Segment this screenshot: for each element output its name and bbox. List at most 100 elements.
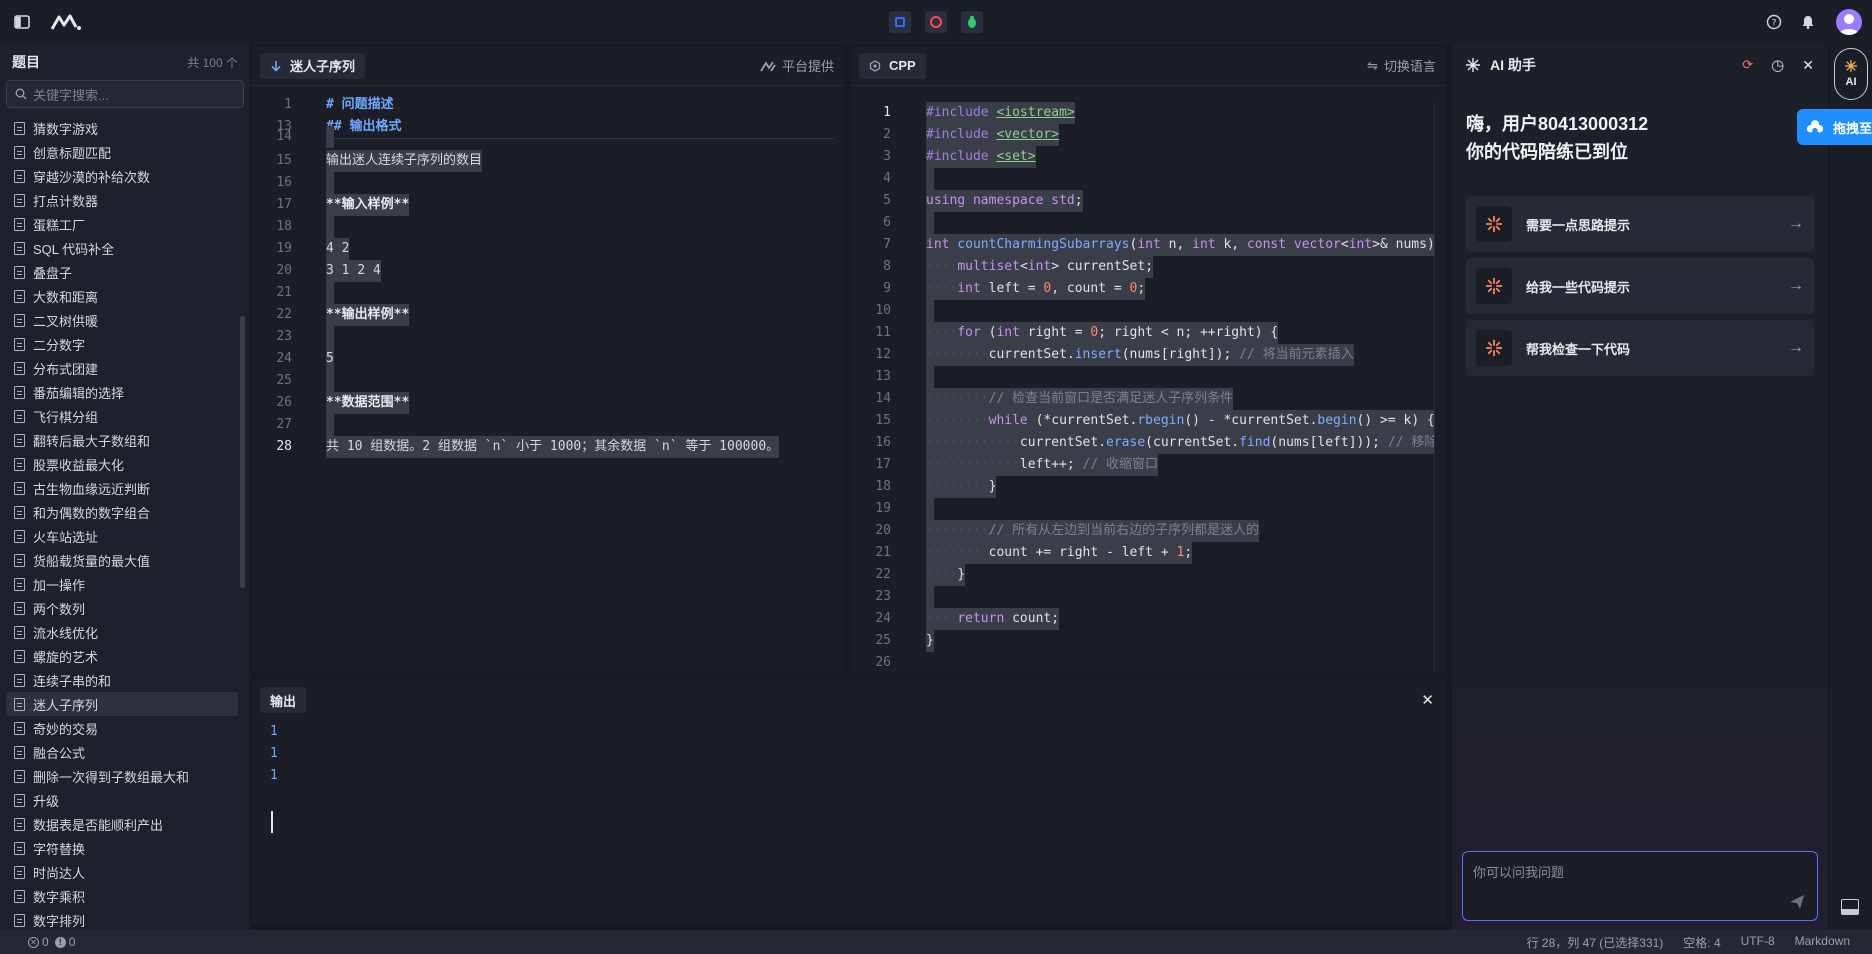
cursor-position[interactable]: 行 28，列 47 (已选择331) — [1527, 934, 1664, 951]
problem-list-item[interactable]: 两个数列 — [6, 596, 238, 620]
problems-indicator[interactable]: ✕ 0 ! 0 — [28, 935, 75, 949]
history-icon[interactable]: ◷ — [1771, 56, 1784, 74]
debug-button[interactable] — [961, 11, 983, 33]
ai-suggestion-card[interactable]: 需要一点思路提示 → — [1466, 196, 1814, 252]
problem-list-item[interactable]: 螺旋的艺术 — [6, 644, 238, 668]
problem-list-item[interactable]: 打点计数器 — [6, 188, 238, 212]
line-number: 12 — [875, 347, 891, 362]
problem-list-item[interactable]: 股票收益最大化 — [6, 452, 238, 476]
arrow-right-icon: → — [1788, 339, 1804, 356]
terminal-toggle-icon[interactable] — [1841, 899, 1859, 915]
problem-list-item[interactable]: 二分数字 — [6, 332, 238, 356]
search-box[interactable]: 关键字搜索... — [6, 80, 244, 108]
problem-list-item[interactable]: 迷人子序列 — [6, 692, 238, 716]
problem-list-item[interactable]: 升级 — [6, 788, 238, 812]
language-tab-label: CPP — [889, 58, 916, 73]
document-icon — [14, 553, 25, 567]
problem-list-item[interactable]: 飞行棋分组 — [6, 404, 238, 428]
logo-icon — [50, 12, 82, 35]
right-rail: AI — [1830, 44, 1872, 930]
language-mode[interactable]: Markdown — [1795, 934, 1850, 951]
error-count: 0 — [42, 935, 49, 949]
drag-widget[interactable]: 拖拽至 — [1797, 109, 1872, 145]
switch-language-button[interactable]: ⇋ 切换语言 — [1367, 56, 1436, 75]
tab-language[interactable]: CPP — [859, 52, 926, 79]
search-input[interactable]: 关键字搜索... — [33, 85, 109, 104]
problem-list-item[interactable]: 删除一次得到子数组最大和 — [6, 764, 238, 788]
problem-sidebar: 题目 共 100 个 关键字搜索... 猜数字游戏 创意标题匹配 穿越沙漠的补给次数… — [0, 44, 250, 930]
problem-list-item[interactable]: 穿越沙漠的补给次数 — [6, 164, 238, 188]
problem-list-item[interactable]: 猜数字游戏 — [6, 116, 238, 140]
problem-list-item[interactable]: 大数和距离 — [6, 284, 238, 308]
ai-toggle-button[interactable]: AI — [1834, 48, 1868, 100]
markdown-line: 5 — [326, 348, 334, 370]
problem-list-item[interactable]: 货船载货量的最大值 — [6, 548, 238, 572]
ai-question-input[interactable]: 你可以问我问题 — [1462, 851, 1818, 921]
problem-description-panel: 迷人子序列 平台提供 1 # 问题描述 13 ## 输出格式 14 15 输出迷人连续子序列… — [252, 46, 844, 672]
code-scrollbar[interactable] — [1434, 102, 1442, 672]
problem-list-item[interactable]: 数据表是否能顺利产出 — [6, 812, 238, 836]
code-line: ········while (*currentSet.rbegin() - *c… — [926, 410, 1434, 432]
avatar[interactable] — [1836, 9, 1862, 35]
line-number: 20 — [276, 263, 292, 278]
warning-count: 0 — [68, 935, 76, 949]
cloud-icon — [1806, 120, 1824, 134]
sparkle-icon — [1466, 58, 1480, 72]
encoding[interactable]: UTF-8 — [1741, 934, 1775, 951]
problem-title: 加一操作 — [33, 577, 86, 593]
sidebar-scrollbar[interactable] — [240, 316, 245, 588]
problem-list-item[interactable]: SQL 代码补全 — [6, 236, 238, 260]
document-icon — [14, 529, 25, 543]
stop-button[interactable] — [889, 11, 911, 33]
problem-list-item[interactable]: 奇妙的交易 — [6, 716, 238, 740]
close-ai-icon[interactable]: ✕ — [1802, 57, 1814, 74]
problem-list-item[interactable]: 时尚达人 — [6, 860, 238, 884]
sparkle-icon — [1476, 268, 1512, 304]
output-header: 输出 ✕ — [252, 680, 1446, 720]
problem-list-item[interactable]: 数字乘积 — [6, 884, 238, 908]
tab-output[interactable]: 输出 — [260, 687, 307, 713]
document-icon — [14, 889, 25, 903]
document-icon — [14, 745, 25, 759]
new-chat-icon[interactable]: ⟳ — [1742, 57, 1753, 73]
problem-list-item[interactable]: 二叉树供暖 — [6, 308, 238, 332]
document-icon — [14, 217, 25, 231]
sidebar-toggle-icon[interactable] — [10, 10, 34, 34]
code-line: ········// 检查当前窗口是否满足迷人子序列条件 — [926, 388, 1234, 410]
line-number: 17 — [875, 457, 891, 472]
close-output-icon[interactable]: ✕ — [1421, 691, 1434, 709]
notification-button[interactable] — [1796, 10, 1820, 34]
problem-title: 打点计数器 — [33, 193, 99, 209]
problem-markdown-editor[interactable]: 1 # 问题描述 13 ## 输出格式 14 15 输出迷人连续子序列的数目 16 17 **输入… — [252, 94, 844, 672]
problem-list-item[interactable]: 火车站选址 — [6, 524, 238, 548]
ai-suggestion-card[interactable]: 帮我检查一下代码 → — [1466, 320, 1814, 376]
problem-list-item[interactable]: 流水线优化 — [6, 620, 238, 644]
problem-list-item[interactable]: 创意标题匹配 — [6, 140, 238, 164]
line-number: 18 — [276, 219, 292, 234]
problem-list-item[interactable]: 和为偶数的数字组合 — [6, 500, 238, 524]
send-icon[interactable] — [1789, 894, 1805, 910]
problem-list-item[interactable]: 连续子串的和 — [6, 668, 238, 692]
problem-title: 番茄编辑的选择 — [33, 385, 125, 401]
help-button[interactable]: ? — [1762, 10, 1786, 34]
warning-icon: ! — [54, 936, 66, 948]
problem-list-item[interactable]: 古生物血缘远近判断 — [6, 476, 238, 500]
problem-list-item[interactable]: 蛋糕工厂 — [6, 212, 238, 236]
code-line: #include <vector> — [926, 124, 1060, 146]
problem-list-item[interactable]: 数字排列 — [6, 908, 238, 930]
problem-list-item[interactable]: 叠盘子 — [6, 260, 238, 284]
markdown-line — [326, 126, 334, 148]
problem-list-item[interactable]: 分布式团建 — [6, 356, 238, 380]
document-icon — [14, 481, 25, 495]
problem-list-item[interactable]: 融合公式 — [6, 740, 238, 764]
problem-list-item[interactable]: 番茄编辑的选择 — [6, 380, 238, 404]
indentation[interactable]: 空格: 4 — [1683, 934, 1720, 951]
problem-list-item[interactable]: 加一操作 — [6, 572, 238, 596]
tab-problem[interactable]: 迷人子序列 — [260, 52, 366, 79]
ai-suggestion-card[interactable]: 给我一些代码提示 → — [1466, 258, 1814, 314]
problem-title: 二叉树供暖 — [33, 313, 99, 329]
record-button[interactable] — [925, 11, 947, 33]
problem-list-item[interactable]: 字符替换 — [6, 836, 238, 860]
code-editor[interactable]: 1 #include <iostream> 2 #include <vector> 3 #… — [851, 102, 1446, 672]
problem-list-item[interactable]: 翻转后最大子数组和 — [6, 428, 238, 452]
